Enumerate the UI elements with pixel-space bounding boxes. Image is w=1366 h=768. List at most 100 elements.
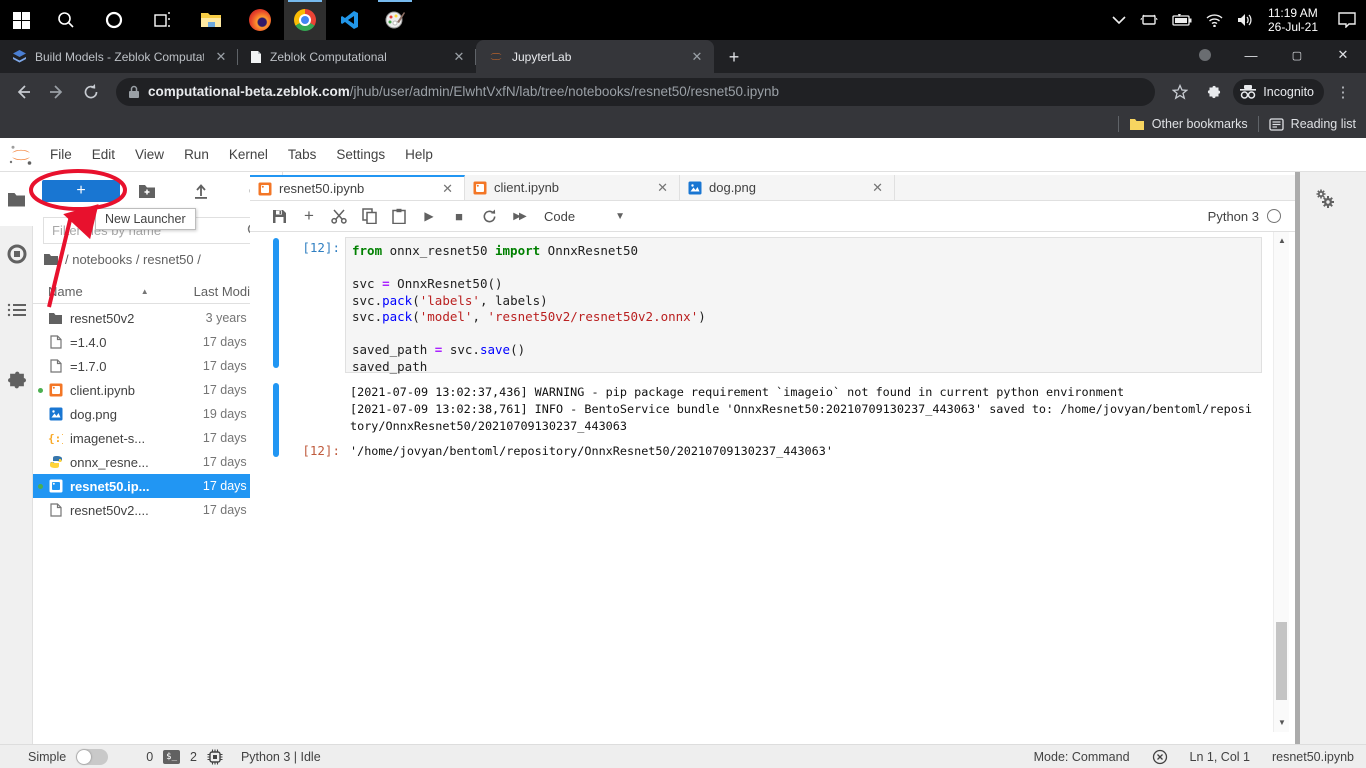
upload-button[interactable]: [174, 183, 228, 199]
save-button[interactable]: [264, 204, 294, 228]
doc-tab-dog-png[interactable]: dog.png✕: [680, 175, 895, 200]
chrome-menu-button[interactable]: ⋮: [1328, 77, 1358, 107]
scroll-down-icon[interactable]: ▼: [1274, 718, 1290, 727]
browser-tab-3[interactable]: JupyterLab✕: [476, 40, 714, 73]
right-sidebar-strip: [1300, 172, 1366, 744]
close-tab-icon[interactable]: ✕: [869, 180, 886, 196]
file-row[interactable]: onnx_resne...17 days ago: [33, 450, 283, 474]
file-row[interactable]: resnet50.ip...17 days ago: [33, 474, 283, 498]
menu-tabs[interactable]: Tabs: [278, 138, 327, 172]
close-tab-icon[interactable]: ✕: [212, 48, 230, 66]
terminal-icon[interactable]: $_: [163, 750, 180, 764]
cast-icon[interactable]: [1140, 13, 1158, 27]
file-row[interactable]: dog.png19 days ago: [33, 402, 283, 426]
chrome-button[interactable]: [284, 0, 326, 40]
doc-tab-client-ipynb[interactable]: client.ipynb✕: [465, 175, 680, 200]
kernel-status[interactable]: Python 3 | Idle: [241, 750, 321, 764]
file-row[interactable]: {:}imagenet-s...17 days ago: [33, 426, 283, 450]
vscode-button[interactable]: [326, 0, 374, 40]
kernel-switcher[interactable]: Python 3: [1208, 209, 1281, 224]
cursor-position[interactable]: Ln 1, Col 1: [1190, 750, 1250, 764]
new-tab-button[interactable]: +: [720, 43, 748, 71]
minimize-button[interactable]: —: [1228, 40, 1274, 70]
sidebar-tab-commands[interactable]: [0, 282, 33, 338]
sidebar-tab-file-browser[interactable]: [0, 172, 33, 226]
tab-group-dot-icon[interactable]: [1182, 40, 1228, 70]
property-inspector-button[interactable]: [1314, 188, 1336, 210]
paste-cells-button[interactable]: [384, 204, 414, 228]
wifi-icon[interactable]: [1206, 14, 1223, 27]
cell-type-dropdown[interactable]: Code ▼: [544, 209, 625, 224]
trust-indicator-icon[interactable]: [1152, 749, 1168, 765]
paste-icon: [392, 208, 406, 224]
reading-list-button[interactable]: Reading list: [1269, 117, 1356, 131]
start-button[interactable]: [0, 0, 42, 40]
menu-view[interactable]: View: [125, 138, 174, 172]
simple-mode-toggle[interactable]: [76, 749, 108, 765]
close-tab-icon[interactable]: ✕: [450, 48, 468, 66]
scroll-up-icon[interactable]: ▲: [1274, 236, 1290, 245]
new-folder-button[interactable]: [120, 184, 174, 199]
taskbar-search-button[interactable]: [42, 0, 90, 40]
interrupt-kernel-button[interactable]: ■: [444, 204, 474, 228]
copy-cells-button[interactable]: [354, 204, 384, 228]
address-bar[interactable]: computational-beta.zeblok.com/jhub/user/…: [116, 78, 1155, 106]
menu-settings[interactable]: Settings: [326, 138, 395, 172]
kernel-chip-icon[interactable]: [207, 749, 223, 765]
command-mode-indicator[interactable]: Mode: Command: [1034, 750, 1130, 764]
file-row[interactable]: resnet50v23 years ago: [33, 306, 283, 330]
forward-button[interactable]: [42, 77, 72, 107]
menu-kernel[interactable]: Kernel: [219, 138, 278, 172]
tray-chevron-icon[interactable]: [1112, 16, 1126, 25]
close-tab-icon[interactable]: ✕: [439, 181, 456, 197]
browser-tab-2[interactable]: Zeblok Computational✕: [238, 40, 476, 73]
menu-edit[interactable]: Edit: [82, 138, 125, 172]
code-cell-editor[interactable]: from onnx_resnet50 import OnnxResnet50 s…: [345, 237, 1262, 373]
volume-icon[interactable]: [1237, 13, 1254, 27]
divider: [1258, 116, 1259, 132]
action-center-icon[interactable]: [1338, 12, 1356, 28]
taskbar-clock[interactable]: 11:19 AM 26-Jul-21: [1268, 6, 1318, 34]
input-collapser[interactable]: [273, 238, 279, 368]
firefox-button[interactable]: [236, 0, 284, 40]
maximize-button[interactable]: ▢: [1274, 40, 1320, 70]
sidebar-tab-running-kernels[interactable]: [0, 226, 33, 282]
cortana-button[interactable]: [90, 0, 138, 40]
column-name[interactable]: Name: [48, 284, 83, 299]
cut-cells-button[interactable]: [324, 204, 354, 228]
new-launcher-button[interactable]: +: [42, 180, 120, 202]
close-tab-icon[interactable]: ✕: [654, 180, 671, 196]
file-row[interactable]: =1.7.017 days ago: [33, 354, 283, 378]
file-row[interactable]: =1.4.017 days ago: [33, 330, 283, 354]
close-window-button[interactable]: ✕: [1320, 40, 1366, 70]
file-row[interactable]: client.ipynb17 days ago: [33, 378, 283, 402]
add-cell-button[interactable]: +: [294, 204, 324, 228]
menu-file[interactable]: File: [40, 138, 82, 172]
sidebar-tab-extensions[interactable]: [0, 352, 33, 408]
task-view-button[interactable]: [138, 0, 186, 40]
file-explorer-button[interactable]: [186, 0, 236, 40]
notebook-toolbar: + ▶ ■ ▶▶: [250, 201, 1295, 232]
scrollbar-thumb[interactable]: [1276, 622, 1287, 700]
doc-tab-resnet50-ipynb[interactable]: resnet50.ipynb✕: [250, 175, 465, 200]
other-bookmarks-button[interactable]: Other bookmarks: [1129, 117, 1248, 131]
running-indicator: [378, 0, 412, 2]
back-button[interactable]: [8, 77, 38, 107]
bookmark-star-button[interactable]: [1165, 77, 1195, 107]
paint-app-button[interactable]: [374, 0, 416, 40]
run-cell-button[interactable]: ▶: [414, 204, 444, 228]
output-line: tory/OnnxResnet50/20210709130237_443063: [350, 418, 1252, 435]
menu-help[interactable]: Help: [395, 138, 443, 172]
file-list-header[interactable]: Name ▲ Last Modified: [33, 280, 283, 304]
menu-run[interactable]: Run: [174, 138, 219, 172]
notebook-scrollbar[interactable]: ▲ ▼: [1273, 232, 1289, 732]
browser-tab-1[interactable]: Build Models - Zeblok Computat✕: [0, 40, 238, 73]
reload-button[interactable]: [76, 77, 106, 107]
extensions-button[interactable]: [1199, 77, 1229, 107]
file-row[interactable]: resnet50v2....17 days ago: [33, 498, 283, 522]
restart-kernel-button[interactable]: [474, 204, 504, 228]
restart-run-all-button[interactable]: ▶▶: [504, 204, 534, 228]
breadcrumb[interactable]: / notebooks / resnet50 /: [43, 252, 201, 267]
close-tab-icon[interactable]: ✕: [688, 48, 706, 66]
battery-icon[interactable]: [1172, 14, 1192, 26]
